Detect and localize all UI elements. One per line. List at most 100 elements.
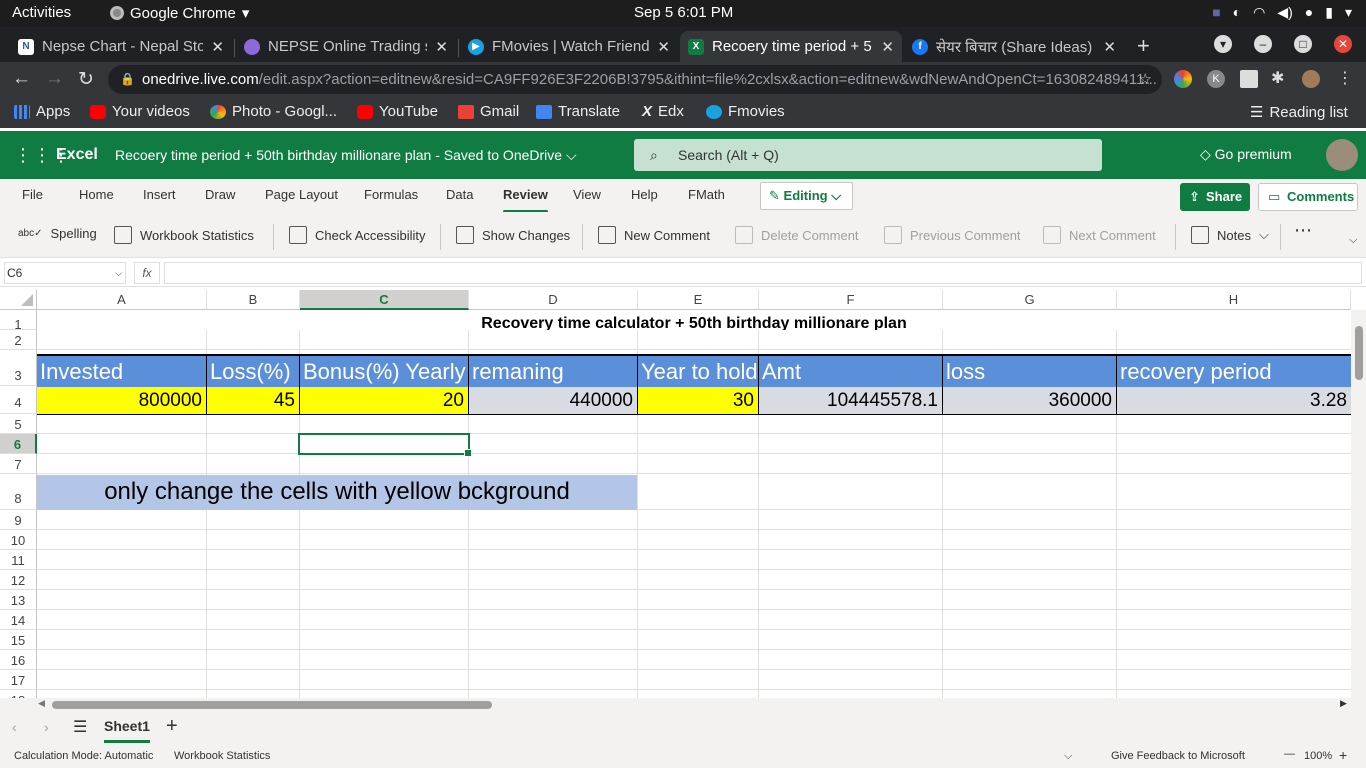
row-header[interactable]: 12 — [0, 570, 37, 590]
tab-home[interactable]: Home — [79, 187, 114, 202]
insert-function-button[interactable]: fx — [134, 262, 160, 284]
new-comment-button[interactable]: New Comment — [598, 226, 710, 244]
tab-data[interactable]: Data — [446, 187, 473, 202]
close-icon[interactable]: ✕ — [211, 38, 224, 56]
activities-button[interactable]: Activities — [12, 4, 71, 21]
column-header-h[interactable]: H — [1117, 290, 1351, 310]
workbook-statistics-button[interactable]: Workbook Statistics — [114, 226, 254, 244]
row-header[interactable]: 7 — [0, 454, 37, 474]
row-header[interactable]: 10 — [0, 530, 37, 550]
minimize-button[interactable]: – — [1254, 35, 1272, 53]
tab-help[interactable]: Help — [631, 187, 658, 202]
close-window-button[interactable]: ✕ — [1334, 35, 1352, 53]
workbook-statistics-status[interactable]: Workbook Statistics — [174, 750, 270, 762]
scrollbar-thumb[interactable] — [1355, 326, 1363, 380]
close-icon[interactable]: ✕ — [881, 38, 894, 56]
row-header[interactable]: 15 — [0, 630, 37, 650]
browser-tab[interactable]: NEPSE Online Trading s ✕ — [236, 31, 456, 62]
delete-comment-button[interactable]: Delete Comment — [735, 226, 859, 244]
bookmark-star-icon[interactable]: ☆ — [1139, 65, 1152, 94]
column-header-b[interactable]: B — [207, 290, 300, 310]
lock-icon[interactable]: 🔒 — [120, 65, 135, 94]
user-avatar[interactable] — [1326, 139, 1358, 171]
search-box[interactable]: ⌕ Search (Alt + Q) — [634, 139, 1102, 171]
share-button[interactable]: ⇪ Share — [1180, 183, 1250, 211]
scroll-left-icon[interactable]: ◀ — [38, 698, 45, 709]
app-menu[interactable]: Google Chrome ▾ — [110, 4, 249, 22]
calculation-mode[interactable]: Calculation Mode: Automatic — [14, 750, 153, 762]
cell-year-to-hold-value[interactable]: 30 — [638, 387, 759, 414]
browser-tab[interactable]: N Nepse Chart - Nepal Sto ✕ — [10, 31, 232, 62]
excel-app-name[interactable]: Excel — [56, 146, 98, 164]
header-remaning[interactable]: remaning — [469, 356, 638, 387]
cell-loss-percent-value[interactable]: 45 — [207, 387, 300, 414]
tab-file[interactable]: File — [22, 187, 43, 202]
tab-formulas[interactable]: Formulas — [364, 187, 418, 202]
next-sheet-icon[interactable]: › — [44, 719, 49, 735]
row-header[interactable]: 17 — [0, 670, 37, 690]
tab-view[interactable]: View — [573, 187, 601, 202]
tab-draw[interactable]: Draw — [205, 187, 235, 202]
kebab-menu-icon[interactable]: ⋮ — [1337, 70, 1355, 88]
row-header[interactable]: 8 — [0, 474, 37, 510]
back-arrow-icon[interactable]: ← — [12, 68, 31, 90]
row-header[interactable]: 1 — [0, 310, 37, 332]
zoom-level[interactable]: 100% — [1304, 750, 1332, 762]
comments-button[interactable]: ▭ Comments — [1258, 183, 1358, 211]
collapse-ribbon-icon[interactable]: ⌵ — [1349, 234, 1357, 247]
header-bonus-yearly[interactable]: Bonus(%) Yearly — [300, 356, 469, 387]
forward-arrow-icon[interactable]: → — [45, 68, 64, 90]
sheet-tab-sheet1[interactable]: Sheet1 — [104, 718, 150, 743]
maximize-button[interactable]: □ — [1294, 35, 1312, 53]
document-extension-icon[interactable] — [1240, 70, 1258, 88]
show-changes-button[interactable]: Show Changes — [456, 226, 570, 244]
previous-sheet-icon[interactable]: ‹ — [12, 719, 17, 735]
cell-bonus-value[interactable]: 20 — [300, 387, 469, 414]
bookmark-fmovies[interactable]: Fmovies — [706, 103, 785, 120]
column-header-g[interactable]: G — [943, 290, 1117, 310]
more-options-icon[interactable]: ⋯ — [1294, 220, 1312, 241]
cell-remaning-value[interactable]: 440000 — [469, 387, 638, 414]
spreadsheet-grid[interactable]: A B C D E F G H 1 2 3 4 5 6 7 8 9 10 11 … — [0, 290, 1366, 698]
bookmark-edx[interactable]: X Edx — [642, 103, 684, 120]
profile-avatar[interactable] — [1302, 70, 1320, 88]
row-header[interactable]: 14 — [0, 610, 37, 630]
check-accessibility-button[interactable]: Check Accessibility — [289, 226, 426, 244]
zoom-in-icon[interactable]: + — [1339, 747, 1347, 763]
reload-icon[interactable]: ↻ — [78, 68, 94, 91]
address-bar[interactable]: 🔒 onedrive.live.com/edit.aspx?action=edit… — [108, 65, 1162, 94]
row-header[interactable]: 5 — [0, 414, 37, 434]
next-comment-button[interactable]: Next Comment — [1043, 226, 1156, 244]
tab-fmath[interactable]: FMath — [688, 187, 725, 202]
notes-button[interactable]: Notes ⌵ — [1191, 226, 1269, 244]
power-menu-icon[interactable]: ▾ — [1345, 4, 1352, 21]
spelling-button[interactable]: abc✓ Spelling — [18, 226, 97, 241]
extension-icon[interactable] — [1174, 70, 1192, 88]
header-invested[interactable]: Invested — [37, 356, 207, 387]
horizontal-scrollbar[interactable]: ◀ ▶ — [0, 698, 1366, 712]
header-recovery-period[interactable]: recovery period — [1117, 356, 1351, 387]
tab-review[interactable]: Review — [503, 187, 548, 213]
bookmark-translate[interactable]: Translate — [536, 103, 620, 120]
profile-k-icon[interactable]: K — [1207, 70, 1225, 88]
name-box[interactable]: C6 ⌵ — [4, 262, 126, 284]
zoom-out-icon[interactable]: — — [1284, 748, 1295, 760]
header-amt[interactable]: Amt — [759, 356, 943, 387]
go-premium-button[interactable]: ◇ Go premium — [1200, 146, 1292, 163]
row-header[interactable]: 6 — [0, 434, 37, 454]
column-header-c[interactable]: C — [300, 290, 469, 310]
bookmark-your-videos[interactable]: Your videos — [90, 103, 190, 120]
vertical-scrollbar[interactable] — [1351, 310, 1366, 698]
puzzle-icon[interactable]: ✱ — [1271, 70, 1289, 88]
previous-comment-button[interactable]: Previous Comment — [884, 226, 1021, 244]
cell-amt-value[interactable]: 104445578.1 — [759, 387, 943, 414]
cell-recovery-period-value[interactable]: 3.28 — [1117, 387, 1351, 414]
document-title[interactable]: Recoery time period + 50th birthday mill… — [115, 147, 577, 164]
column-header-d[interactable]: D — [469, 290, 638, 310]
close-icon[interactable]: ✕ — [435, 38, 448, 56]
row-header[interactable]: 4 — [0, 386, 37, 414]
bookmark-youtube[interactable]: YouTube — [357, 103, 438, 120]
new-tab-button[interactable]: + — [1137, 33, 1150, 59]
chevron-down-icon[interactable]: ⌵ — [1064, 750, 1072, 763]
header-loss[interactable]: loss — [943, 356, 1117, 387]
